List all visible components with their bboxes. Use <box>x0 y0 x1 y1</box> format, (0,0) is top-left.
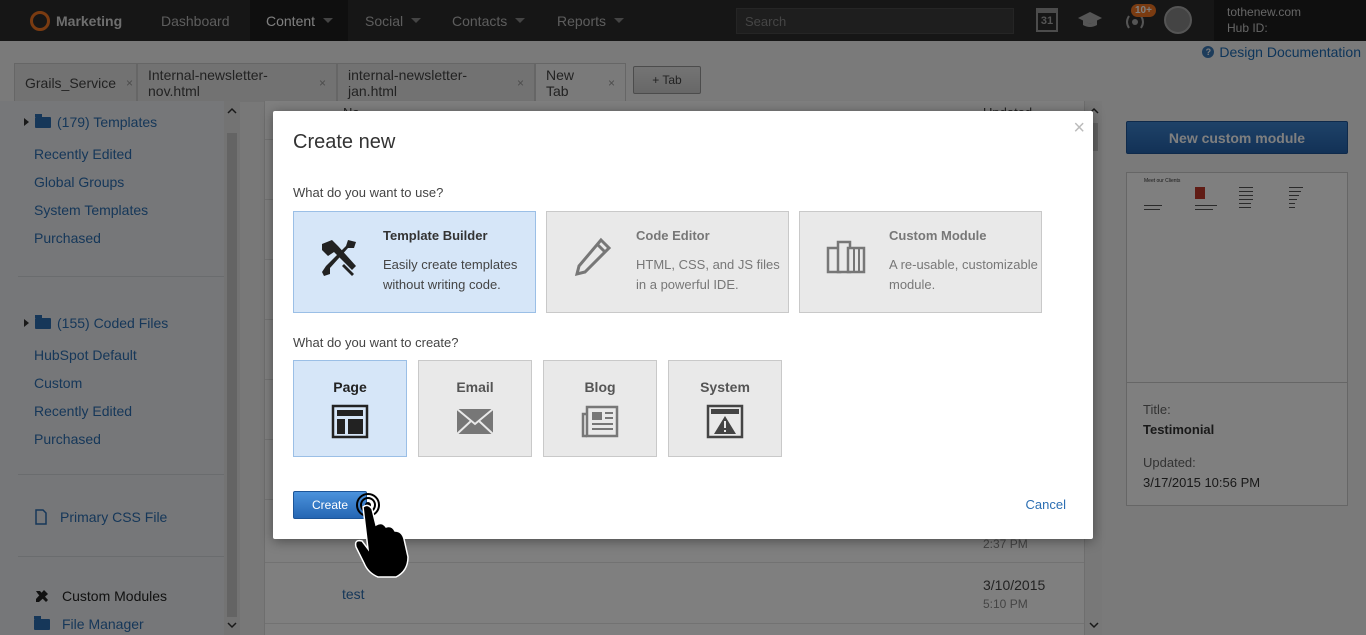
tool-question-label: What do you want to use? <box>293 185 444 200</box>
hand-pointer-cursor-icon <box>354 493 409 578</box>
module-icon <box>826 240 866 274</box>
cancel-button[interactable]: Cancel <box>1026 497 1066 512</box>
option-description: HTML, CSS, and JS files in a powerful ID… <box>636 257 780 292</box>
page-layout-icon <box>331 404 369 439</box>
type-name: Blog <box>584 379 616 395</box>
page-type-option[interactable]: Page <box>293 360 407 457</box>
blog-icon <box>581 405 619 438</box>
system-type-option[interactable]: System <box>668 360 782 457</box>
blog-type-option[interactable]: Blog <box>543 360 657 457</box>
option-name: Code Editor <box>636 228 710 243</box>
close-icon[interactable]: × <box>1073 117 1085 140</box>
option-name: Custom Module <box>889 228 987 243</box>
type-question-label: What do you want to create? <box>293 335 459 350</box>
option-description: Easily create templates without writing … <box>383 257 518 292</box>
option-name: Template Builder <box>383 228 488 243</box>
type-name: Page <box>333 379 367 395</box>
type-name: Email <box>456 379 494 395</box>
custom-module-option[interactable]: Custom Module A re-usable, customizable … <box>799 211 1042 313</box>
type-name: System <box>700 379 750 395</box>
envelope-icon <box>456 408 494 435</box>
dialog-title: Create new <box>293 131 396 153</box>
pencil-icon <box>574 237 612 277</box>
template-builder-option[interactable]: Template Builder Easily create templates… <box>293 211 536 313</box>
email-type-option[interactable]: Email <box>418 360 532 457</box>
code-editor-option[interactable]: Code Editor HTML, CSS, and JS files in a… <box>546 211 789 313</box>
option-description: A re-usable, customizable module. <box>889 257 1038 292</box>
create-new-dialog: Create new × What do you want to use? Te… <box>273 111 1093 539</box>
tools-icon <box>322 240 356 276</box>
warning-icon <box>706 404 744 439</box>
